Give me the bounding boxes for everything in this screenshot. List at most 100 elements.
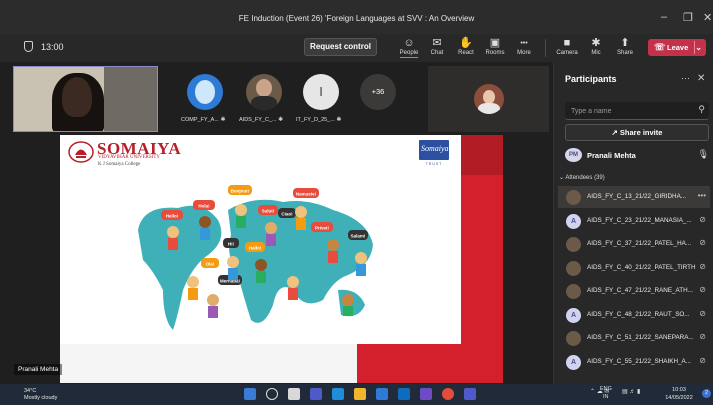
teams-icon[interactable] <box>464 388 476 400</box>
weather-condition[interactable]: Mostly cloudy <box>24 395 57 401</box>
participant-video-tile[interactable] <box>428 66 549 132</box>
participant-avatar[interactable] <box>187 74 223 110</box>
shield-icon <box>24 41 33 52</box>
mic-button[interactable]: ✱ Mic <box>581 37 611 56</box>
mic-off-icon: ✱ <box>278 117 284 123</box>
react-button[interactable]: ✋ React <box>451 37 481 56</box>
svg-text:Hola!: Hola! <box>198 204 210 209</box>
title-bar: FE Induction (Event 26) 'Foreign Languag… <box>0 0 713 34</box>
maximize-icon[interactable]: ❐ <box>683 11 693 24</box>
language-region[interactable]: IN <box>603 394 609 400</box>
rooms-icon: ▣ <box>489 37 501 49</box>
participant-label: IT_FY_D_25_... ✱ <box>296 117 342 123</box>
chevron-down-icon: ⌄ <box>559 175 565 181</box>
language-indicator[interactable]: ENG <box>600 386 612 392</box>
attendee-name: AIDS_FY_C_37_21/22_PATEL_HA... <box>587 240 692 247</box>
svg-text:Ciao!: Ciao! <box>281 212 293 217</box>
teams-chat-icon[interactable] <box>310 388 322 400</box>
more-participants-button[interactable]: +36 <box>360 74 396 110</box>
search-icon[interactable] <box>266 388 278 400</box>
more-button[interactable]: ••• More <box>509 37 539 56</box>
svg-text:Ola!: Ola! <box>206 262 215 267</box>
mic-off-icon: ⊘ <box>699 285 706 294</box>
mic-off-icon: ✱ <box>591 37 601 49</box>
people-button[interactable]: ☺ People <box>394 37 424 58</box>
avatar: PM <box>565 148 582 162</box>
file-explorer-icon[interactable] <box>354 388 366 400</box>
presenter-video[interactable] <box>13 66 158 132</box>
leave-button[interactable]: ☏ Leave ⌄ <box>648 39 706 56</box>
attendee-row[interactable]: A AIDS_FY_C_55_21/22_SHAIKH_A... ⊘ <box>558 351 710 373</box>
chat-button[interactable]: ✉ Chat <box>422 37 452 56</box>
search-input[interactable] <box>571 104 689 118</box>
avatar <box>566 260 581 276</box>
request-control-button[interactable]: Request control <box>304 38 377 56</box>
video-background <box>104 67 157 131</box>
mail-icon[interactable] <box>398 388 410 400</box>
attendees-header[interactable]: ⌄ Attendees (39) <box>559 174 605 181</box>
participant-avatar[interactable]: I <box>303 74 339 110</box>
start-icon[interactable] <box>244 388 256 400</box>
phone-icon: ☏ <box>654 42 666 52</box>
window-title: FE Induction (Event 26) 'Foreign Languag… <box>238 14 475 23</box>
attendee-row[interactable]: A AIDS_FY_C_48_21/22_RAUT_SO... ⊘ <box>558 304 710 326</box>
presenter-name: Pranali Mehta <box>587 151 636 160</box>
trust-logo: Somaiya TRUST <box>419 140 449 166</box>
rooms-button[interactable]: ▣ Rooms <box>480 37 510 56</box>
participants-panel: Participants ⋯ ✕ ⚲ ↗︎ Share invite PM Pr… <box>553 62 713 384</box>
participant-avatar[interactable] <box>246 74 282 110</box>
attendee-row[interactable]: AIDS_FY_C_40_21/22_PATEL_TIRTH ⊘ <box>558 257 710 279</box>
taskbar-date[interactable]: 14/05/2022 <box>664 395 694 401</box>
mic-off-icon: ✱ <box>220 117 226 123</box>
chevron-down-icon[interactable]: ⌄ <box>695 39 702 56</box>
mic-off-icon: ✱ <box>336 117 342 123</box>
meeting-toolbar: 13:00 Request control ☺ People ✉ Chat ✋ … <box>0 34 713 62</box>
university-seal-icon <box>68 141 94 163</box>
edge-icon[interactable] <box>332 388 344 400</box>
attendee-row[interactable]: AIDS_FY_C_51_21/22_SANEPARA... ⊘ <box>558 327 710 349</box>
languages-world-map-illustration: Hello! Hola! Bonjour! Salut! Ciao! Namas… <box>133 170 380 342</box>
svg-text:Privet!: Privet! <box>315 226 330 231</box>
network-volume-battery-icons[interactable]: ▤ ♬ ▮ <box>622 388 640 395</box>
attendee-row[interactable]: AIDS_FY_C_13_21/22_GIRIDHA... ••• <box>558 186 710 208</box>
camera-button[interactable]: ■ Camera <box>552 37 582 56</box>
notification-badge[interactable]: 2 <box>702 389 711 398</box>
presenter-row[interactable]: PM Pranali Mehta 🎙︎ <box>565 148 709 164</box>
meeting-timer: 13:00 <box>41 42 64 52</box>
chrome-icon[interactable] <box>442 388 454 400</box>
mic-off-icon: ⊘ <box>699 355 706 365</box>
avatar: A <box>566 213 581 229</box>
toolbar-divider <box>545 39 546 57</box>
minimize-icon[interactable]: – <box>661 11 667 23</box>
share-invite-button[interactable]: ↗︎ Share invite <box>565 124 709 141</box>
share-invite-icon: ↗︎ <box>611 128 618 137</box>
attendee-name: AIDS_FY_C_47_21/22_RANE_ATH... <box>587 287 693 294</box>
hand-icon: ✋ <box>459 37 473 49</box>
people-icon: ☺ <box>403 37 415 49</box>
app-icon[interactable] <box>420 388 432 400</box>
svg-text:Salam!: Salam! <box>351 234 366 239</box>
avatar: A <box>566 354 581 370</box>
attendee-name: AIDS_FY_C_48_21/22_RAUT_SO... <box>587 310 690 318</box>
search-icon[interactable]: ⚲ <box>698 104 705 115</box>
task-view-icon[interactable] <box>288 388 300 400</box>
close-icon[interactable]: ✕ <box>703 11 712 24</box>
more-options-icon[interactable]: ••• <box>698 191 706 200</box>
participant-photo <box>474 84 504 114</box>
attendee-row[interactable]: A AIDS_FY_C_23_21/22_MANASIA_... ⊘ <box>558 210 710 232</box>
avatar <box>566 190 581 205</box>
svg-text:Bonjour!: Bonjour! <box>231 189 250 194</box>
share-button[interactable]: ⬆ Share <box>610 37 640 56</box>
attendee-row[interactable]: AIDS_FY_C_47_21/22_RANE_ATH... ⊘ <box>558 280 710 302</box>
close-panel-icon[interactable]: ✕ <box>697 73 705 84</box>
mic-off-icon: ⊘ <box>699 238 706 247</box>
avatar <box>566 331 581 346</box>
more-options-icon[interactable]: ⋯ <box>681 73 690 84</box>
avatar <box>566 284 581 299</box>
store-icon[interactable] <box>376 388 388 400</box>
taskbar-time[interactable]: 10:03 <box>664 387 694 393</box>
attendee-row[interactable]: AIDS_FY_C_37_21/22_PATEL_HA... ⊘ <box>558 233 710 255</box>
weather-temperature[interactable]: 34°C <box>24 388 36 394</box>
search-box[interactable]: ⚲ <box>565 102 709 120</box>
svg-text:Hi!: Hi! <box>228 242 235 247</box>
